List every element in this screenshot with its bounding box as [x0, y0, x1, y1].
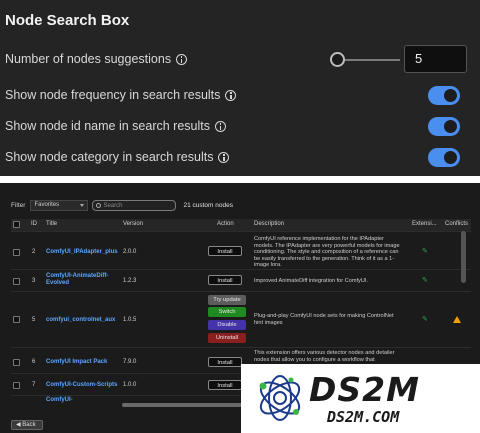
- install-button[interactable]: Install: [208, 275, 242, 285]
- extension-icon: ✎: [422, 316, 428, 323]
- switch-button[interactable]: Switch: [208, 307, 246, 317]
- info-icon[interactable]: [218, 151, 230, 163]
- node-frequency-toggle[interactable]: [428, 85, 460, 105]
- row-title-link[interactable]: ComfyUI-: [46, 397, 73, 403]
- node-search-settings-panel: Node Search Box Number of nodes suggesti…: [0, 0, 480, 176]
- info-icon[interactable]: [214, 120, 226, 132]
- row-title-link[interactable]: ComfyUI Impact Pack: [46, 359, 107, 365]
- filter-label: Filter: [11, 202, 26, 209]
- info-icon[interactable]: [225, 89, 237, 101]
- setting-row-node-id-name: Show node id name in search results: [5, 115, 472, 137]
- install-button[interactable]: Install: [208, 357, 242, 367]
- toggle-knob: [444, 88, 457, 102]
- table-row: 5 comfyui_controlnet_aux 1.0.5 Try updat…: [11, 291, 471, 347]
- column-header-conflicts[interactable]: Conflicts: [445, 221, 468, 227]
- row-description: This extension offers various detector n…: [254, 350, 395, 363]
- conflict-warning-icon: [453, 316, 461, 323]
- node-category-toggle[interactable]: [428, 147, 460, 167]
- toggle-knob: [444, 150, 457, 164]
- column-header-title[interactable]: Title: [46, 221, 57, 227]
- row-checkbox[interactable]: [13, 278, 20, 285]
- node-id-name-toggle[interactable]: [428, 116, 460, 136]
- row-description: ComfyUI reference implementation for the…: [254, 236, 400, 269]
- row-checkbox[interactable]: [13, 249, 20, 256]
- extension-icon: ✎: [422, 248, 428, 255]
- row-version: 1.0.0: [123, 382, 137, 388]
- row-title-link[interactable]: comfyui_controlnet_aux: [46, 317, 115, 323]
- select-all-checkbox[interactable]: [13, 221, 20, 228]
- row-description: Improved AnimateDiff integration for Com…: [254, 278, 368, 284]
- setting-row-node-frequency: Show node frequency in search results: [5, 84, 472, 106]
- uninstall-button[interactable]: Uninstall: [208, 333, 246, 343]
- search-placeholder: Search: [103, 202, 123, 209]
- setting-label: Show node category in search results: [5, 150, 214, 164]
- row-version: 1.2.3: [123, 278, 137, 284]
- table-header: ID Title Version Action Description Exte…: [11, 219, 471, 231]
- watermark-url: DS2M.COM: [327, 408, 400, 426]
- extension-icon: ✎: [422, 277, 428, 284]
- row-title-link[interactable]: ComfyUI_IPAdapter_plus: [46, 249, 118, 255]
- info-icon[interactable]: [176, 53, 188, 65]
- row-title-link[interactable]: ComfyUI-AnimateDiff-Evolved: [46, 273, 116, 287]
- setting-label: Number of nodes suggestions: [5, 52, 172, 66]
- column-header-version[interactable]: Version: [123, 221, 143, 227]
- install-button[interactable]: Install: [208, 246, 242, 256]
- search-input[interactable]: Search: [92, 200, 177, 211]
- row-checkbox[interactable]: [13, 359, 20, 366]
- install-button[interactable]: Install: [208, 380, 242, 390]
- row-version: 7.9.0: [123, 359, 137, 365]
- table-row: 2 ComfyUI_IPAdapter_plus 2.0.0 Install C…: [11, 231, 471, 269]
- suggestions-slider-thumb[interactable]: [330, 52, 345, 67]
- row-checkbox[interactable]: [13, 382, 20, 389]
- column-header-extensions[interactable]: Extensi...: [412, 221, 437, 227]
- column-header-description[interactable]: Description: [254, 221, 284, 227]
- horizontal-scrollbar[interactable]: [122, 403, 250, 407]
- filter-bar: Filter Favorites Search 21 custom nodes: [11, 200, 233, 211]
- filter-select[interactable]: Favorites: [30, 200, 89, 211]
- row-version: 2.0.0: [123, 249, 137, 255]
- watermark-brand: DS2M: [309, 370, 420, 409]
- ds2m-logo-icon: [259, 375, 301, 421]
- vertical-scrollbar[interactable]: [461, 231, 466, 283]
- row-version: 1.0.5: [123, 317, 137, 323]
- setting-row-nodes-suggestions: Number of nodes suggestions: [5, 48, 472, 70]
- row-checkbox[interactable]: [13, 316, 20, 323]
- node-count: 21 custom nodes: [183, 202, 233, 209]
- setting-label: Show node frequency in search results: [5, 88, 221, 102]
- suggestions-number-input[interactable]: 5: [404, 45, 467, 73]
- table-row: 3 ComfyUI-AnimateDiff-Evolved 1.2.3 Inst…: [11, 269, 471, 291]
- search-icon: [96, 203, 102, 208]
- row-title-link[interactable]: ComfyUI-Custom-Scripts: [46, 382, 117, 388]
- column-header-action[interactable]: Action: [217, 221, 234, 227]
- row-id: 2: [32, 249, 36, 255]
- watermark: DS2M DS2M.COM: [241, 364, 480, 433]
- try-update-button[interactable]: Try update: [208, 295, 246, 305]
- row-id: 7: [32, 382, 36, 388]
- row-id: 5: [32, 317, 36, 323]
- back-button[interactable]: ◀ Back: [11, 420, 43, 430]
- toggle-knob: [444, 119, 457, 133]
- row-id: 6: [32, 359, 36, 365]
- column-header-id[interactable]: ID: [31, 221, 37, 227]
- row-id: 3: [32, 278, 36, 284]
- setting-row-node-category: Show node category in search results: [5, 146, 472, 168]
- setting-label: Show node id name in search results: [5, 119, 210, 133]
- settings-title: Node Search Box: [5, 12, 130, 29]
- row-description: Plug-and-play ComfyUI node sets for maki…: [254, 313, 394, 326]
- disable-button[interactable]: Disable: [208, 320, 246, 330]
